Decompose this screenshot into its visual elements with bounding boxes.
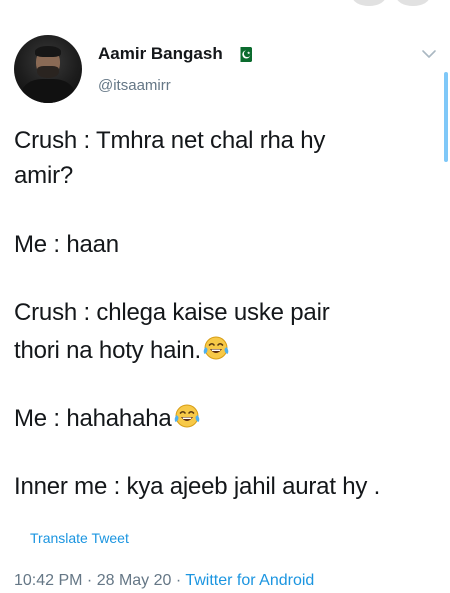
tweet-text-line: Inner me : kya ajeeb jahil aurat hy . [14,473,381,500]
tweet-time[interactable]: 10:42 PM [14,572,82,589]
translate-tweet-link[interactable]: Translate Tweet [30,530,129,546]
avatar[interactable] [14,35,82,103]
meta-separator: · [171,572,186,589]
meta-separator: · [82,572,97,589]
tweet-meta: 10:42 PM · 28 May 20 · Twitter for Andro… [14,572,314,590]
face-with-tears-of-joy-icon [202,335,230,368]
pakistan-flag-icon [237,47,252,62]
face-with-tears-of-joy-icon [173,403,201,436]
tweet-text-line: amir? [14,162,74,189]
tweet-screenshot: Aamir Bangash @itsaamirr Crush : Tmhra n… [0,0,450,593]
partial-button-top[interactable] [352,0,386,6]
tweet-text-line: Crush : Tmhra net chal rha hy [14,127,326,154]
author-name[interactable]: Aamir Bangash [98,44,223,64]
scrollbar[interactable] [444,72,448,162]
tweet-source-link[interactable]: Twitter for Android [185,572,314,589]
tweet-text-line: Me : hahahaha [14,403,201,436]
partial-button-top[interactable] [396,0,430,6]
tweet-text-line: Me : haan [14,231,119,258]
tweet-text-line: Crush : chlega kaise uske pair [14,299,330,326]
chevron-down-icon[interactable] [421,47,437,59]
tweet-text-line: thori na hoty hain. [14,335,230,368]
tweet-date[interactable]: 28 May 20 [97,572,172,589]
author-handle[interactable]: @itsaamirr [98,77,171,94]
